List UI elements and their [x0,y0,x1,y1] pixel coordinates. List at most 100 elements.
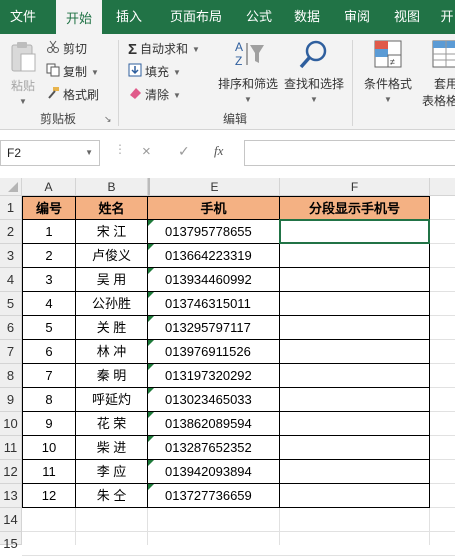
row-header[interactable]: 9 [0,388,22,412]
cell-phone[interactable]: 013197320292 [148,364,280,388]
cell-segmented[interactable] [280,340,430,364]
cell-phone[interactable]: 013727736659 [148,484,280,508]
cell-id[interactable]: 10 [22,436,76,460]
row-header[interactable]: 7 [0,340,22,364]
cell-id[interactable]: 9 [22,412,76,436]
tab-view[interactable]: 视图 [384,0,430,34]
sort-filter-button[interactable]: A Z 排序和筛选 ▼ [216,38,280,106]
column-header-a[interactable]: A [22,178,76,196]
cell-name[interactable]: 呼延灼 [76,388,148,412]
cell-name[interactable]: 李 应 [76,460,148,484]
cell-name[interactable]: 卢俊义 [76,244,148,268]
header-cell-id[interactable]: 编号 [22,196,76,220]
cell-name[interactable]: 公孙胜 [76,292,148,316]
cell-segmented[interactable] [280,244,430,268]
cell-name[interactable]: 宋 江 [76,220,148,244]
cell-id[interactable]: 4 [22,292,76,316]
cell-phone[interactable]: 013862089594 [148,412,280,436]
row-header[interactable]: 6 [0,316,22,340]
tab-review[interactable]: 审阅 [334,0,380,34]
header-cell-name[interactable]: 姓名 [76,196,148,220]
copy-button[interactable]: 复制 ▼ [46,61,99,83]
cell-id[interactable]: 8 [22,388,76,412]
clear-button[interactable]: 清除 ▼ [128,84,181,106]
row-header[interactable]: 4 [0,268,22,292]
cell-name[interactable]: 柴 进 [76,436,148,460]
fill-button[interactable]: 填充 ▼ [128,61,181,83]
cell-segmented[interactable] [280,436,430,460]
cell-id[interactable]: 5 [22,316,76,340]
cell-id[interactable]: 6 [22,340,76,364]
cut-button[interactable]: 剪切 [46,38,87,60]
cell-segmented[interactable] [280,364,430,388]
row-header[interactable]: 10 [0,412,22,436]
header-cell-segmented[interactable]: 分段显示手机号 [280,196,430,220]
cell-segmented[interactable] [280,484,430,508]
tab-insert[interactable]: 插入 [106,0,152,34]
format-as-table-button[interactable]: 套用 表格格式 [418,38,455,109]
cell-phone[interactable]: 013287652352 [148,436,280,460]
cell-name[interactable]: 林 冲 [76,340,148,364]
tab-data[interactable]: 数据 [284,0,330,34]
cell-phone[interactable]: 013295797117 [148,316,280,340]
cell-phone[interactable]: 013795778655 [148,220,280,244]
autosum-button[interactable]: Σ 自动求和 ▼ [128,38,200,60]
cell-id[interactable]: 7 [22,364,76,388]
column-header-f[interactable]: F [280,178,430,196]
insert-function-icon[interactable]: fx [214,143,223,159]
cell-id[interactable]: 11 [22,460,76,484]
cell-segmented[interactable] [280,316,430,340]
tab-home[interactable]: 开始 [56,0,102,34]
dialog-launcher-icon[interactable]: ↘ [104,114,112,125]
select-all-corner[interactable] [0,178,22,196]
row-header[interactable]: 8 [0,364,22,388]
tab-file[interactable]: 文件 [0,0,46,34]
cell-id[interactable]: 2 [22,244,76,268]
cell-segmented[interactable] [280,412,430,436]
chevron-down-icon[interactable]: ▼ [85,141,93,165]
row-header[interactable]: 5 [0,292,22,316]
cell-name[interactable]: 朱 仝 [76,484,148,508]
row-header[interactable]: 2 [0,220,22,244]
cell-phone[interactable]: 013934460992 [148,268,280,292]
conditional-format-button[interactable]: ≠ 条件格式 ▼ [360,38,416,106]
column-header-b[interactable]: B [76,178,148,196]
cell-name[interactable]: 花 荣 [76,412,148,436]
more-options-icon[interactable]: ⋮ [114,142,126,156]
tab-developer[interactable]: 开 [432,0,455,34]
column-header-e[interactable]: E [148,178,280,196]
cell-phone[interactable]: 013746315011 [148,292,280,316]
row-header[interactable]: 1 [0,196,22,220]
cell-id[interactable]: 1 [22,220,76,244]
cell-name[interactable]: 关 胜 [76,316,148,340]
cell-name[interactable]: 吴 用 [76,268,148,292]
cell-segmented[interactable] [280,292,430,316]
find-select-button[interactable]: 查找和选择 ▼ [282,38,346,106]
row-header[interactable]: 12 [0,460,22,484]
cell-name[interactable]: 秦 明 [76,364,148,388]
row-header[interactable]: 14 [0,508,22,532]
cancel-icon[interactable]: × [142,143,151,160]
tab-page-layout[interactable]: 页面布局 [160,0,232,34]
column-header-g[interactable] [430,178,455,196]
header-cell-phone[interactable]: 手机 [148,196,280,220]
row-header[interactable]: 3 [0,244,22,268]
cell-segmented[interactable] [280,460,430,484]
paste-button[interactable]: 粘贴 ▼ [4,40,42,108]
cell-phone[interactable]: 013023465033 [148,388,280,412]
row-header[interactable]: 13 [0,484,22,508]
tab-formulas[interactable]: 公式 [236,0,282,34]
cell-segmented[interactable] [280,388,430,412]
row-header[interactable]: 11 [0,436,22,460]
cell-id[interactable]: 12 [22,484,76,508]
cell-phone[interactable]: 013942093894 [148,460,280,484]
formula-input[interactable] [244,140,455,166]
enter-icon[interactable]: ✓ [178,143,190,160]
format-painter-button[interactable]: 格式刷 [46,84,99,106]
cell-id[interactable]: 3 [22,268,76,292]
cell-phone[interactable]: 013976911526 [148,340,280,364]
name-box[interactable]: F2 ▼ [0,140,100,166]
cell-phone[interactable]: 013664223319 [148,244,280,268]
row-header[interactable]: 15 [0,532,22,551]
cell-segmented[interactable] [280,268,430,292]
